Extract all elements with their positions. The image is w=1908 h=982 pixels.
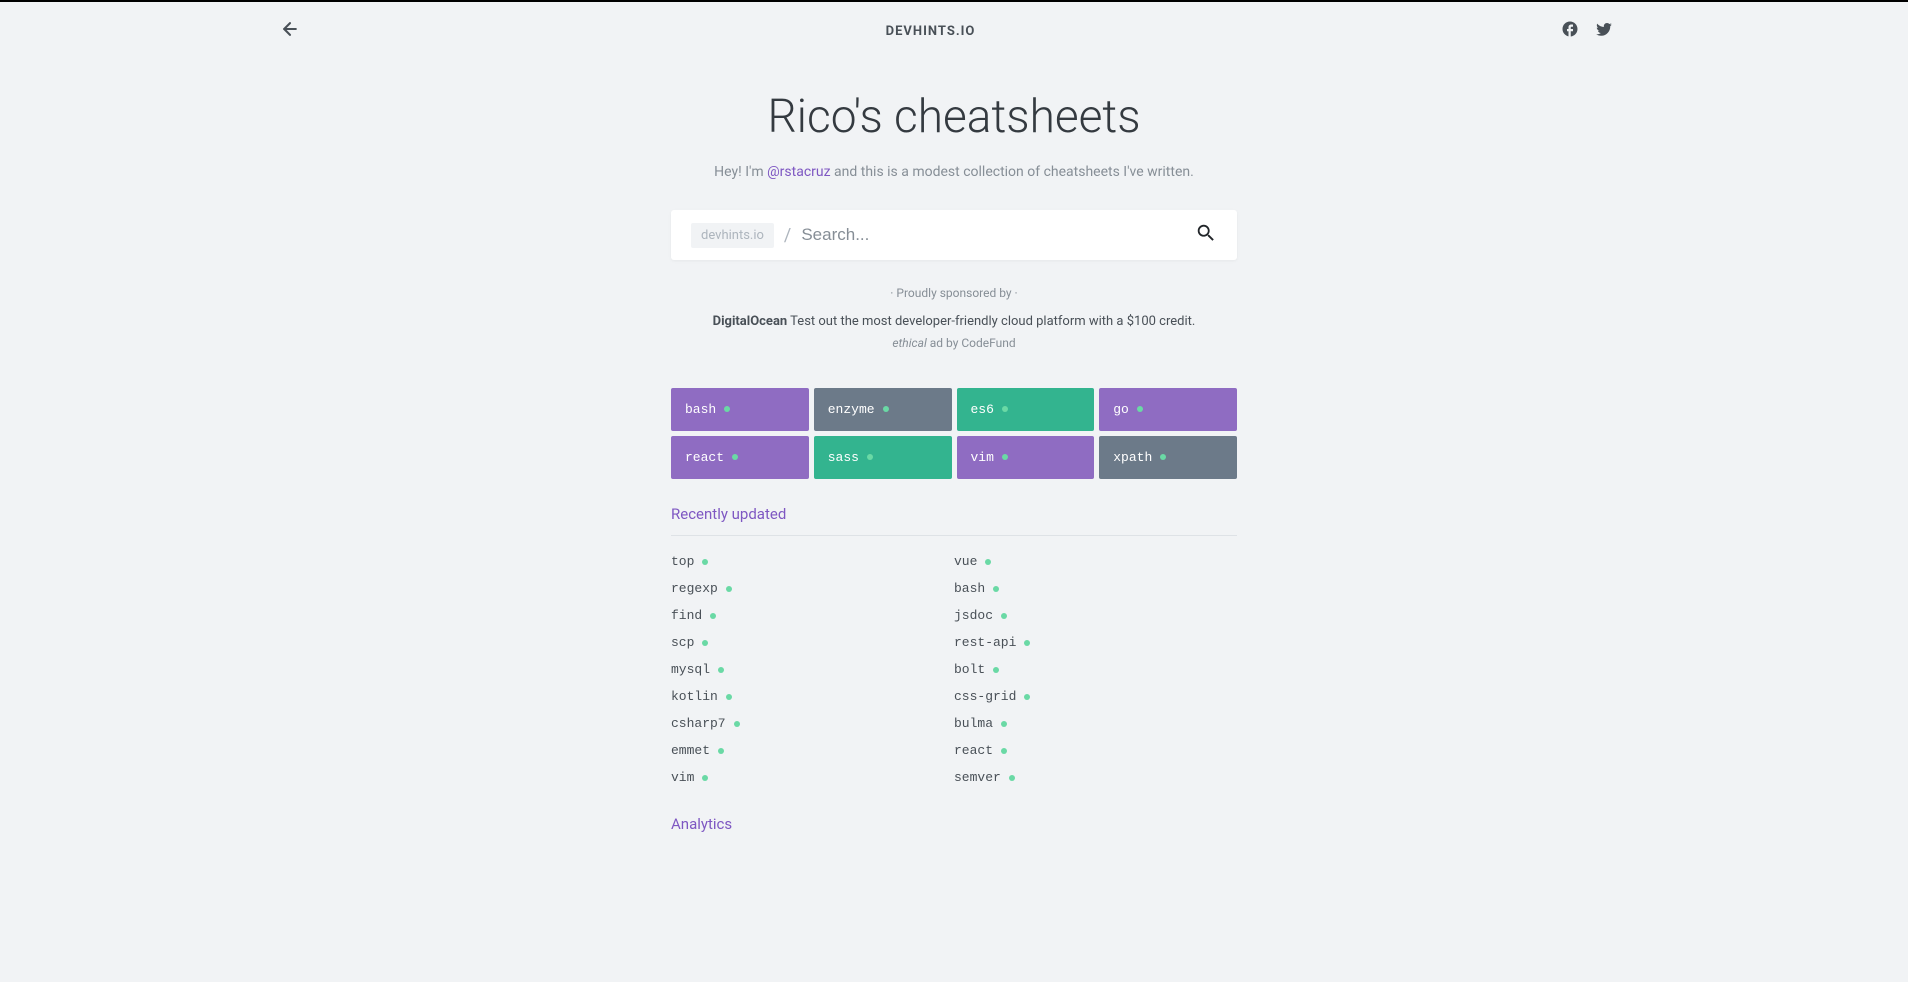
recent-grid: top regexp find scp mysql kotlin csharp7 emmet v…	[671, 548, 1237, 791]
recent-item-kotlin[interactable]: kotlin	[671, 683, 954, 710]
featured-tile-sass[interactable]: sass	[814, 436, 952, 479]
recent-item-label: bulma	[954, 716, 993, 731]
featured-tile-label: react	[685, 450, 724, 465]
recent-item-label: regexp	[671, 581, 718, 596]
author-link[interactable]: @rstacruz	[767, 164, 830, 180]
page-subtitle: Hey! I'm @rstacruz and this is a modest …	[671, 164, 1237, 180]
status-dot-icon	[724, 406, 730, 412]
status-dot-icon	[710, 613, 716, 619]
featured-tile-vim[interactable]: vim	[957, 436, 1095, 479]
recent-item-label: top	[671, 554, 694, 569]
search-input[interactable]	[801, 225, 1195, 245]
recent-item-jsdoc[interactable]: jsdoc	[954, 602, 1237, 629]
featured-tile-label: es6	[971, 402, 994, 417]
search-slash: /	[784, 225, 791, 246]
recent-item-css-grid[interactable]: css-grid	[954, 683, 1237, 710]
search-prefix: devhints.io	[691, 223, 774, 248]
recent-item-top[interactable]: top	[671, 548, 954, 575]
featured-tile-label: bash	[685, 402, 716, 417]
recent-item-label: scp	[671, 635, 694, 650]
status-dot-icon	[993, 586, 999, 592]
featured-tile-es6[interactable]: es6	[957, 388, 1095, 431]
recent-item-csharp7[interactable]: csharp7	[671, 710, 954, 737]
top-nav: DEVHINTS.IO	[0, 2, 1908, 60]
status-dot-icon	[1160, 454, 1166, 460]
recent-item-label: bash	[954, 581, 985, 596]
status-dot-icon	[1024, 640, 1030, 646]
recent-item-label: vue	[954, 554, 977, 569]
search-box: devhints.io /	[671, 210, 1237, 260]
recent-item-bulma[interactable]: bulma	[954, 710, 1237, 737]
featured-tile-go[interactable]: go	[1099, 388, 1237, 431]
recent-item-vue[interactable]: vue	[954, 548, 1237, 575]
featured-tile-label: vim	[971, 450, 994, 465]
featured-tile-bash[interactable]: bash	[671, 388, 809, 431]
featured-tile-label: sass	[828, 450, 859, 465]
status-dot-icon	[1002, 454, 1008, 460]
recent-item-label: rest-api	[954, 635, 1016, 650]
search-icon[interactable]	[1195, 222, 1217, 248]
recent-item-scp[interactable]: scp	[671, 629, 954, 656]
status-dot-icon	[1001, 613, 1007, 619]
featured-grid: bash enzyme es6 go react sass vim xpath	[671, 388, 1237, 479]
recent-item-label: kotlin	[671, 689, 718, 704]
sponsor-text[interactable]: DigitalOcean Test out the most developer…	[671, 312, 1237, 332]
status-dot-icon	[1002, 406, 1008, 412]
featured-tile-label: xpath	[1113, 450, 1152, 465]
status-dot-icon	[702, 775, 708, 781]
status-dot-icon	[985, 559, 991, 565]
status-dot-icon	[702, 640, 708, 646]
recent-item-label: jsdoc	[954, 608, 993, 623]
status-dot-icon	[726, 694, 732, 700]
recent-item-label: react	[954, 743, 993, 758]
featured-tile-label: go	[1113, 402, 1129, 417]
site-logo[interactable]: DEVHINTS.IO	[886, 24, 976, 39]
recent-item-mysql[interactable]: mysql	[671, 656, 954, 683]
status-dot-icon	[1001, 721, 1007, 727]
recent-item-label: emmet	[671, 743, 710, 758]
featured-tile-react[interactable]: react	[671, 436, 809, 479]
status-dot-icon	[732, 454, 738, 460]
status-dot-icon	[1009, 775, 1015, 781]
twitter-icon[interactable]	[1595, 20, 1613, 42]
recent-item-find[interactable]: find	[671, 602, 954, 629]
recent-item-emmet[interactable]: emmet	[671, 737, 954, 764]
status-dot-icon	[718, 667, 724, 673]
section-analytics: Analytics	[671, 815, 1237, 833]
status-dot-icon	[1001, 748, 1007, 754]
recent-item-label: semver	[954, 770, 1001, 785]
status-dot-icon	[726, 586, 732, 592]
page-title: Rico's cheatsheets	[671, 90, 1237, 144]
status-dot-icon	[1137, 406, 1143, 412]
section-recently-updated: Recently updated	[671, 505, 1237, 536]
recent-item-label: find	[671, 608, 702, 623]
status-dot-icon	[867, 454, 873, 460]
recent-item-label: vim	[671, 770, 694, 785]
status-dot-icon	[1024, 694, 1030, 700]
recent-item-rest-api[interactable]: rest-api	[954, 629, 1237, 656]
status-dot-icon	[718, 748, 724, 754]
recent-item-label: csharp7	[671, 716, 726, 731]
recent-item-react[interactable]: react	[954, 737, 1237, 764]
recent-item-label: mysql	[671, 662, 710, 677]
recent-item-semver[interactable]: semver	[954, 764, 1237, 791]
sponsor-line: · Proudly sponsored by ·	[671, 286, 1237, 300]
featured-tile-enzyme[interactable]: enzyme	[814, 388, 952, 431]
featured-tile-xpath[interactable]: xpath	[1099, 436, 1237, 479]
recent-item-label: bolt	[954, 662, 985, 677]
recent-item-label: css-grid	[954, 689, 1016, 704]
recent-item-bash[interactable]: bash	[954, 575, 1237, 602]
facebook-icon[interactable]	[1561, 20, 1579, 42]
back-arrow-icon[interactable]	[280, 19, 300, 44]
status-dot-icon	[883, 406, 889, 412]
recent-item-bolt[interactable]: bolt	[954, 656, 1237, 683]
status-dot-icon	[702, 559, 708, 565]
status-dot-icon	[734, 721, 740, 727]
sponsor-section: · Proudly sponsored by · DigitalOcean Te…	[671, 286, 1237, 350]
sponsor-ethical[interactable]: ethical ad by CodeFund	[671, 336, 1237, 350]
status-dot-icon	[993, 667, 999, 673]
recent-item-regexp[interactable]: regexp	[671, 575, 954, 602]
recent-item-vim[interactable]: vim	[671, 764, 954, 791]
featured-tile-label: enzyme	[828, 402, 875, 417]
